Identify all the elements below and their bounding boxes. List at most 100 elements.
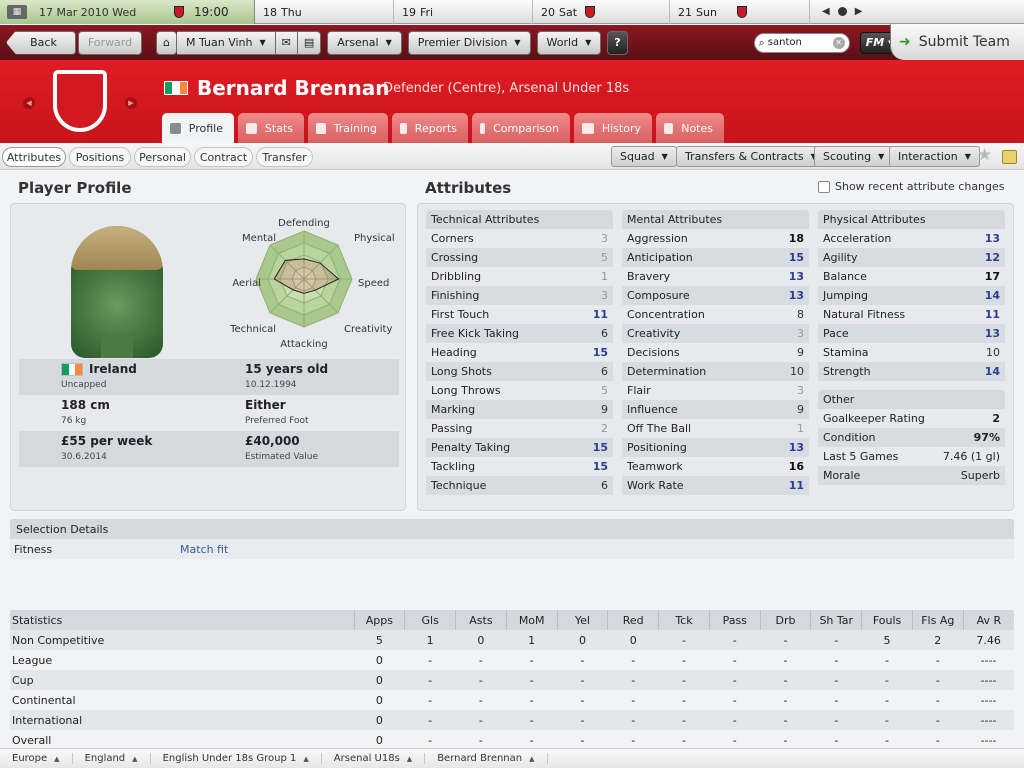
physical-attribute-row[interactable]: Jumping 14 — [818, 286, 1005, 305]
inbox-button[interactable]: ✉ — [275, 30, 298, 55]
technical-attribute-row[interactable]: Long Shots 6 — [426, 362, 613, 381]
column-header[interactable]: Pass — [708, 610, 761, 630]
mental-attribute-row[interactable]: Teamwork 16 — [622, 457, 809, 476]
mental-attribute-row[interactable]: Aggression 18 — [622, 229, 809, 248]
calendar-day-18[interactable]: 18 Thu — [255, 0, 394, 24]
tab-stats[interactable]: Stats — [238, 113, 304, 143]
mental-attribute-row[interactable]: Decisions 9 — [622, 343, 809, 362]
table-row[interactable]: Overall 0- - - - - - - - - - - ---- — [10, 730, 1014, 750]
tab-notes[interactable]: Notes — [656, 113, 724, 143]
add-note-icon[interactable] — [1002, 150, 1017, 164]
mental-attribute-row[interactable]: Creativity 3 — [622, 324, 809, 343]
tab-reports[interactable]: Reports — [392, 113, 468, 143]
breadcrumb-item[interactable]: England ▲ — [73, 753, 151, 764]
subtab-positions[interactable]: Positions — [69, 147, 131, 167]
interaction-menu[interactable]: Interaction ▼ — [889, 146, 980, 167]
recent-changes-checkbox[interactable] — [818, 181, 830, 193]
calendar-day-19[interactable]: 19 Fri — [394, 0, 533, 24]
column-header[interactable]: Sh Tar — [810, 610, 862, 630]
calendar-icon[interactable]: ▦ — [7, 5, 27, 19]
breadcrumb-item[interactable]: English Under 18s Group 1 ▲ — [151, 753, 322, 764]
next-player-icon[interactable]: ▶ — [125, 97, 137, 109]
home-button[interactable]: ⌂ — [156, 30, 177, 55]
technical-attribute-row[interactable]: First Touch 11 — [426, 305, 613, 324]
star-icon[interactable]: ★ — [977, 145, 992, 165]
subtab-personal[interactable]: Personal — [134, 147, 191, 167]
clear-search-icon[interactable]: ✕ — [832, 36, 845, 49]
table-row[interactable]: Continental 0- - - - - - - - - - - ---- — [10, 690, 1014, 710]
technical-attribute-row[interactable]: Free Kick Taking 6 — [426, 324, 613, 343]
breadcrumb-item[interactable]: Europe ▲ — [0, 753, 73, 764]
physical-attribute-row[interactable]: Acceleration 13 — [818, 229, 1005, 248]
other-attribute-row[interactable]: Goalkeeper Rating 2 — [818, 409, 1005, 428]
column-header[interactable]: Fls Ag — [911, 610, 964, 630]
forward-button[interactable]: Forward — [78, 30, 142, 55]
technical-attribute-row[interactable]: Passing 2 — [426, 419, 613, 438]
other-attribute-row[interactable]: Last 5 Games 7.46 (1 gl) — [818, 447, 1005, 466]
mental-attribute-row[interactable]: Positioning 13 — [622, 438, 809, 457]
manager-menu[interactable]: M Tuan Vinh ▼ — [176, 30, 276, 55]
tab-profile[interactable]: Profile — [162, 113, 234, 143]
column-header[interactable]: Asts — [455, 610, 507, 630]
column-header[interactable]: Fouls — [861, 610, 913, 630]
transfers-contracts-menu[interactable]: Transfers & Contracts▼ — [676, 146, 826, 167]
help-button[interactable]: ? — [607, 30, 628, 55]
technical-attribute-row[interactable]: Technique 6 — [426, 476, 613, 495]
submit-team-button[interactable]: ➜ Submit Team — [890, 24, 1024, 60]
mental-attribute-row[interactable]: Influence 9 — [622, 400, 809, 419]
mental-attribute-row[interactable]: Concentration 8 — [622, 305, 809, 324]
technical-attribute-row[interactable]: Tackling 15 — [426, 457, 613, 476]
table-row[interactable]: International 0- - - - - - - - - - - ---- — [10, 710, 1014, 730]
physical-attribute-row[interactable]: Strength 14 — [818, 362, 1005, 381]
contacts-button[interactable]: ▤ — [297, 30, 322, 55]
table-row[interactable]: League 0- - - - - - - - - - - ---- — [10, 650, 1014, 670]
mental-attribute-row[interactable]: Off The Ball 1 — [622, 419, 809, 438]
physical-attribute-row[interactable]: Stamina 10 — [818, 343, 1005, 362]
subtab-transfer[interactable]: Transfer — [256, 147, 313, 167]
breadcrumb-item[interactable]: Arsenal U18s ▲ — [322, 753, 426, 764]
competition-menu[interactable]: Premier Division ▼ — [407, 30, 531, 55]
mental-attribute-row[interactable]: Determination 10 — [622, 362, 809, 381]
column-header[interactable]: Drb — [759, 610, 811, 630]
back-button[interactable]: Back — [6, 30, 76, 55]
mental-attribute-row[interactable]: Anticipation 15 — [622, 248, 809, 267]
physical-attribute-row[interactable]: Balance 17 — [818, 267, 1005, 286]
table-row[interactable]: Non Competitive 5 1 0 1 0 0- - - -5 2 7.46 — [10, 630, 1014, 650]
tab-comparison[interactable]: Comparison — [472, 113, 570, 143]
physical-attribute-row[interactable]: Agility 12 — [818, 248, 1005, 267]
column-header[interactable]: Yel — [556, 610, 608, 630]
calendar-day-20[interactable]: 20 Sat — [533, 0, 670, 24]
technical-attribute-row[interactable]: Corners 3 — [426, 229, 613, 248]
subtab-attributes[interactable]: Attributes — [2, 147, 66, 167]
tab-training[interactable]: Training — [308, 113, 388, 143]
tab-history[interactable]: History — [574, 113, 652, 143]
table-row[interactable]: Cup 0- - - - - - - - - - - ---- — [10, 670, 1014, 690]
calendar-today-icon[interactable] — [837, 7, 847, 16]
fitness-value[interactable]: Match fit — [180, 543, 228, 556]
technical-attribute-row[interactable]: Heading 15 — [426, 343, 613, 362]
column-header[interactable]: Gls — [404, 610, 456, 630]
column-header[interactable]: MoM — [505, 610, 558, 630]
physical-attribute-row[interactable]: Natural Fitness 11 — [818, 305, 1005, 324]
other-attribute-row[interactable]: Morale Superb — [818, 466, 1005, 485]
technical-attribute-row[interactable]: Penalty Taking 15 — [426, 438, 613, 457]
column-header[interactable]: Red — [607, 610, 659, 630]
previous-player-icon[interactable]: ◀ — [23, 97, 35, 109]
current-date-cell[interactable]: ▦ 17 Mar 2010 Wed 19:00 — [0, 0, 255, 24]
search-input[interactable]: ⌕ santon ✕ — [753, 32, 850, 53]
squad-menu[interactable]: Squad ▼ — [611, 146, 677, 167]
statistics-header[interactable]: Statistics — [10, 610, 354, 630]
technical-attribute-row[interactable]: Marking 9 — [426, 400, 613, 419]
calendar-prev-icon[interactable]: ◀ — [822, 6, 830, 17]
mental-attribute-row[interactable]: Composure 13 — [622, 286, 809, 305]
other-attribute-row[interactable]: Condition 97% — [818, 428, 1005, 447]
physical-attribute-row[interactable]: Pace 13 — [818, 324, 1005, 343]
calendar-next-icon[interactable]: ▶ — [855, 6, 863, 17]
mental-attribute-row[interactable]: Bravery 13 — [622, 267, 809, 286]
technical-attribute-row[interactable]: Finishing 3 — [426, 286, 613, 305]
column-header[interactable]: Tck — [658, 610, 710, 630]
breadcrumb-item[interactable]: Bernard Brennan ▲ — [425, 753, 548, 764]
scouting-menu[interactable]: Scouting ▼ — [814, 146, 894, 167]
column-header[interactable]: Av R — [962, 610, 1014, 630]
club-menu[interactable]: Arsenal ▼ — [327, 30, 402, 55]
